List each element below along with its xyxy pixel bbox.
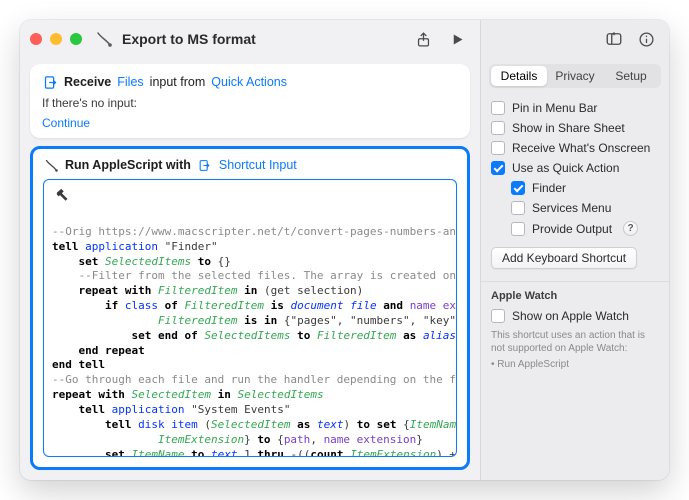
apple-watch-checkbox[interactable] xyxy=(491,309,505,323)
share-sheet-label: Show in Share Sheet xyxy=(512,121,625,135)
onscreen-label: Receive What's Onscreen xyxy=(512,141,650,155)
quick-action-row[interactable]: Use as Quick Action xyxy=(491,158,659,178)
editor-body: Receive Files input from Quick Actions I… xyxy=(20,58,480,480)
input-from-label: input from xyxy=(150,75,206,89)
share-button[interactable] xyxy=(410,27,436,51)
pin-menu-bar-row[interactable]: Pin in Menu Bar xyxy=(491,98,659,118)
apple-watch-section-title: Apple Watch xyxy=(491,290,659,302)
window-title: Export to MS format xyxy=(122,31,256,47)
code-editor[interactable]: --Orig https://www.macscripter.net/t/con… xyxy=(43,179,457,457)
finder-label: Finder xyxy=(532,181,566,195)
add-keyboard-shortcut-button[interactable]: Add Keyboard Shortcut xyxy=(491,247,637,269)
action-header: Run AppleScript with Shortcut Input xyxy=(33,149,467,179)
services-label: Services Menu xyxy=(532,201,611,215)
minimize-button[interactable] xyxy=(50,33,62,45)
share-sheet-checkbox[interactable] xyxy=(491,121,505,135)
quick-action-checkbox[interactable] xyxy=(491,161,505,175)
titlebar: Export to MS format xyxy=(20,20,480,58)
applescript-action-card: Run AppleScript with Shortcut Input --Or… xyxy=(30,146,470,470)
onscreen-row[interactable]: Receive What's Onscreen xyxy=(491,138,659,158)
apple-watch-label: Show on Apple Watch xyxy=(512,309,629,323)
apple-watch-row[interactable]: Show on Apple Watch xyxy=(491,306,659,326)
shortcut-input-token[interactable]: Shortcut Input xyxy=(219,158,297,172)
info-button[interactable] xyxy=(633,27,659,51)
build-button[interactable] xyxy=(50,184,74,204)
apple-watch-note-1: This shortcut uses an action that is not… xyxy=(491,329,659,355)
shortcut-icon xyxy=(94,29,114,49)
zoom-button[interactable] xyxy=(70,33,82,45)
services-checkbox[interactable] xyxy=(511,201,525,215)
share-sheet-row[interactable]: Show in Share Sheet xyxy=(491,118,659,138)
provide-output-checkbox[interactable] xyxy=(511,222,525,236)
script-icon xyxy=(43,157,59,173)
provide-output-row[interactable]: Provide Output ? xyxy=(511,218,659,239)
details-panel: Pin in Menu Bar Show in Share Sheet Rece… xyxy=(481,96,669,381)
apple-watch-note-2: • Run AppleScript xyxy=(491,358,659,371)
finder-row[interactable]: Finder xyxy=(511,178,659,198)
shortcut-input-icon xyxy=(197,157,213,173)
quick-action-subgroup: Finder Services Menu Provide Output ? xyxy=(511,178,659,239)
finder-checkbox[interactable] xyxy=(511,181,525,195)
app-window: Export to MS format Receive Files input … xyxy=(20,20,669,480)
quick-action-label: Use as Quick Action xyxy=(512,161,619,175)
input-icon xyxy=(42,74,58,90)
help-icon[interactable]: ? xyxy=(623,221,638,236)
provide-output-label: Provide Output xyxy=(532,222,612,236)
inspector-tabs: Details Privacy Setup xyxy=(489,64,661,88)
toggle-sidebar-button[interactable] xyxy=(601,27,627,51)
services-row[interactable]: Services Menu xyxy=(511,198,659,218)
tab-setup[interactable]: Setup xyxy=(603,66,659,86)
inspector-toolbar xyxy=(481,20,669,58)
continue-token[interactable]: Continue xyxy=(42,116,90,130)
close-button[interactable] xyxy=(30,33,42,45)
pin-checkbox[interactable] xyxy=(491,101,505,115)
pin-label: Pin in Menu Bar xyxy=(512,101,597,115)
run-button[interactable] xyxy=(444,27,470,51)
receive-label: Receive xyxy=(64,75,111,89)
quick-actions-token[interactable]: Quick Actions xyxy=(211,75,287,89)
section-divider xyxy=(481,281,669,282)
onscreen-checkbox[interactable] xyxy=(491,141,505,155)
window-controls xyxy=(30,33,82,45)
no-input-label: If there's no input: xyxy=(42,96,458,110)
tab-privacy[interactable]: Privacy xyxy=(547,66,603,86)
editor-toolbar xyxy=(44,180,456,206)
receive-card: Receive Files input from Quick Actions I… xyxy=(30,64,470,138)
main-column: Export to MS format Receive Files input … xyxy=(20,20,480,480)
tab-details[interactable]: Details xyxy=(491,66,547,86)
files-token[interactable]: Files xyxy=(117,75,143,89)
code-area[interactable]: --Orig https://www.macscripter.net/t/con… xyxy=(44,206,456,456)
action-title: Run AppleScript with xyxy=(65,158,191,172)
inspector-column: Details Privacy Setup Pin in Menu Bar Sh… xyxy=(480,20,669,480)
